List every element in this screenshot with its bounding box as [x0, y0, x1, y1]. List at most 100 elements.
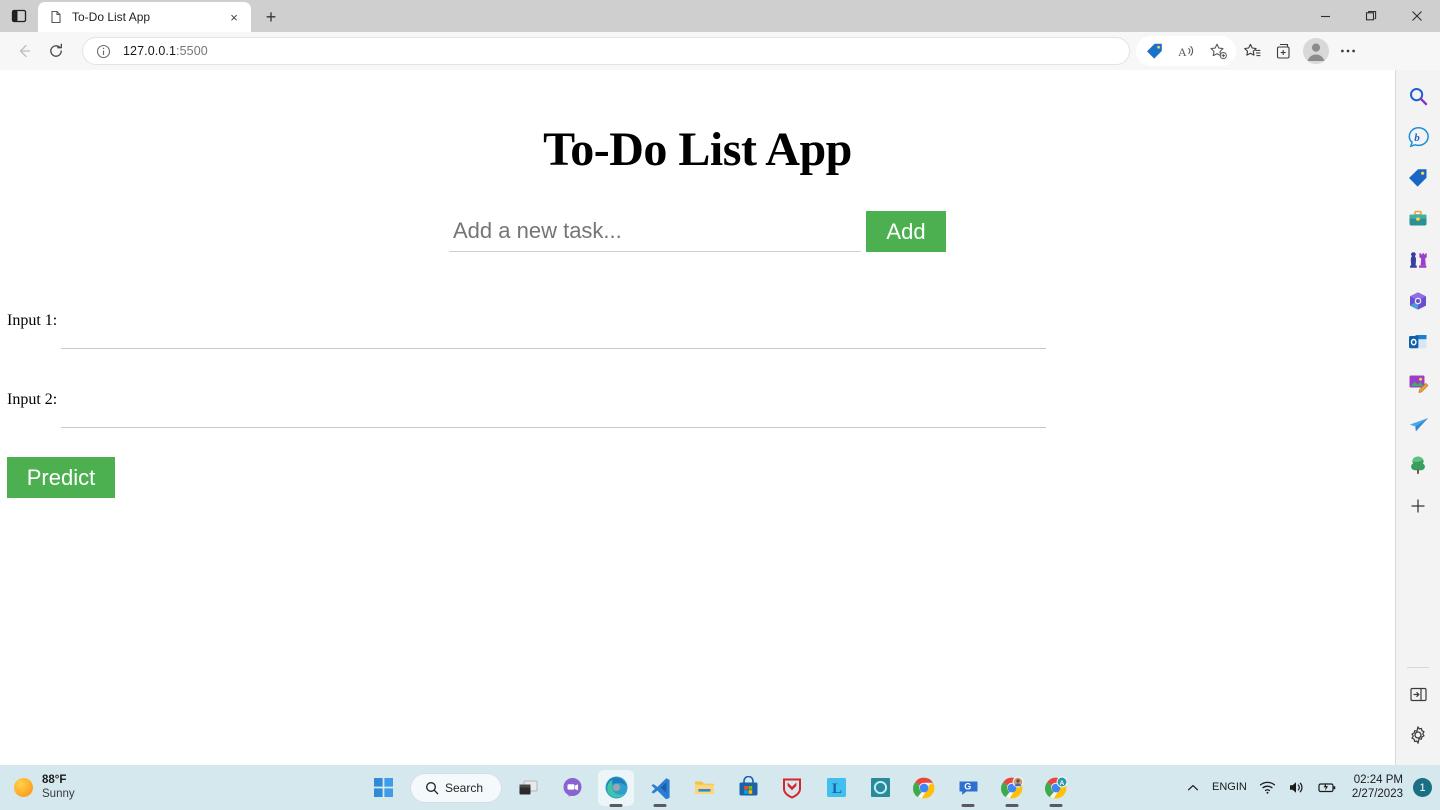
shopping-tag-icon[interactable]: [1402, 162, 1434, 194]
chat-app-button[interactable]: G: [950, 770, 986, 807]
profile-avatar-icon[interactable]: [1300, 36, 1332, 66]
refresh-button[interactable]: [40, 36, 72, 66]
window-controls: [1302, 0, 1440, 32]
add-task-button[interactable]: Add: [866, 211, 946, 252]
games-chess-icon[interactable]: [1402, 244, 1434, 276]
settings-and-more-icon[interactable]: [1332, 36, 1364, 66]
notification-badge[interactable]: 1: [1413, 778, 1432, 797]
browser-tab-title: To-Do List App: [72, 10, 151, 24]
language-line-1: ENG: [1211, 781, 1236, 794]
image-editor-icon[interactable]: [1402, 367, 1434, 399]
address-bar-url: 127.0.0.1:5500: [123, 44, 208, 58]
microsoft-store-button[interactable]: [730, 770, 766, 806]
input-2-field[interactable]: [61, 407, 1046, 428]
search-icon: [426, 781, 439, 794]
weather-widget[interactable]: 88°F Sunny: [0, 774, 75, 800]
volume-icon[interactable]: [1283, 771, 1310, 805]
l-app-button[interactable]: L: [818, 770, 854, 806]
browser-tab[interactable]: To-Do List App ×: [38, 2, 251, 32]
svg-text:b: b: [1414, 132, 1420, 144]
active-indicator: [609, 803, 623, 807]
edge-sidebar: b: [1396, 70, 1440, 765]
taskbar-search[interactable]: Search: [409, 772, 503, 803]
back-button[interactable]: [8, 36, 40, 66]
trees-icon[interactable]: [1402, 449, 1434, 481]
weather-condition: Sunny: [42, 787, 75, 800]
minimize-button[interactable]: [1302, 0, 1348, 32]
language-line-2: IN: [1235, 781, 1247, 794]
active-indicator: [653, 803, 667, 807]
document-icon: [48, 9, 64, 25]
outlook-icon[interactable]: [1402, 326, 1434, 358]
browser-toolbar: A: [1136, 36, 1364, 66]
active-indicator: [1049, 803, 1063, 807]
new-tab-button[interactable]: +: [255, 2, 287, 32]
tools-briefcase-icon[interactable]: [1402, 203, 1434, 235]
address-bar[interactable]: 127.0.0.1:5500: [82, 37, 1130, 65]
screen: To-Do List App × + 127.0.0.1:5500 A To-D…: [0, 0, 1440, 810]
predict-row: Predict: [0, 457, 1395, 498]
show-hidden-icons-button[interactable]: [1181, 771, 1205, 805]
favorites-icon[interactable]: [1236, 36, 1268, 66]
read-aloud-icon[interactable]: A: [1170, 36, 1202, 66]
active-indicator: [1005, 803, 1019, 807]
active-indicator: [961, 803, 975, 807]
taskbar-search-label: Search: [444, 780, 484, 795]
svg-text:L: L: [832, 781, 842, 797]
input-2-row: Input 2:: [0, 391, 1395, 428]
chrome-profile-a-button[interactable]: A: [1038, 770, 1074, 807]
bing-chat-icon[interactable]: b: [1402, 121, 1434, 153]
input-1-field[interactable]: [61, 328, 1046, 349]
weather-temperature: 88°F: [42, 774, 67, 787]
site-information-icon[interactable]: [93, 41, 113, 61]
vertical-tabs-icon[interactable]: [0, 0, 38, 32]
add-favorite-icon[interactable]: [1202, 36, 1234, 66]
collections-icon[interactable]: [1268, 36, 1300, 66]
page-viewport: To-Do List App Add Input 1: Input 2: Pre…: [0, 70, 1396, 765]
sidebar-divider: [1407, 667, 1429, 668]
clock-date: 2/27/2023: [1351, 787, 1403, 800]
vs-code-button[interactable]: [642, 770, 678, 807]
browser-tab-strip: To-Do List App × +: [0, 0, 1440, 32]
language-indicator[interactable]: ENG IN: [1207, 771, 1252, 805]
search-icon[interactable]: [1402, 80, 1434, 112]
page-title: To-Do List App: [543, 123, 852, 176]
chrome-button[interactable]: [906, 770, 942, 806]
add-sidebar-app-icon[interactable]: [1402, 490, 1434, 522]
mcafee-button[interactable]: [774, 770, 810, 806]
svg-text:A: A: [1060, 780, 1065, 787]
url-port: :5500: [176, 44, 208, 58]
expand-sidebar-icon[interactable]: [1402, 678, 1434, 710]
edge-button[interactable]: [598, 769, 635, 807]
taskbar-apps: Search L G A: [366, 769, 1074, 807]
weather-text: 88°F Sunny: [42, 774, 75, 800]
file-explorer-button[interactable]: [686, 770, 722, 806]
sun-icon: [14, 778, 33, 797]
input-1-row: Input 1:: [0, 312, 1395, 349]
start-button[interactable]: [366, 770, 402, 806]
clock-time: 02:24 PM: [1353, 773, 1403, 786]
shopping-tag-icon[interactable]: [1138, 36, 1170, 66]
windows-taskbar: 88°F Sunny Search L G A ENG IN 02:24 PM …: [0, 765, 1440, 810]
url-host: 127.0.0.1: [123, 44, 177, 58]
close-window-button[interactable]: [1394, 0, 1440, 32]
task-view-button[interactable]: [510, 770, 546, 806]
add-task-row: Add: [0, 211, 1395, 252]
chat-teams-button[interactable]: [554, 770, 590, 806]
system-tray: ENG IN 02:24 PM 2/27/2023 1: [1181, 765, 1432, 810]
sidebar-settings-gear-icon[interactable]: [1402, 719, 1434, 751]
svg-text:G: G: [964, 781, 971, 791]
microsoft-365-icon[interactable]: [1402, 285, 1434, 317]
maximize-button[interactable]: [1348, 0, 1394, 32]
teal-app-button[interactable]: [862, 770, 898, 806]
send-plane-icon[interactable]: [1402, 408, 1434, 440]
clock[interactable]: 02:24 PM 2/27/2023: [1344, 774, 1411, 802]
predict-button[interactable]: Predict: [7, 457, 115, 498]
browser-navigation-bar: 127.0.0.1:5500 A: [0, 32, 1440, 70]
svg-text:A: A: [1178, 45, 1187, 59]
wifi-icon[interactable]: [1254, 771, 1281, 805]
new-task-input[interactable]: [449, 214, 861, 252]
chrome-profile-button[interactable]: [994, 770, 1030, 807]
close-tab-icon[interactable]: ×: [223, 6, 245, 28]
battery-charging-icon[interactable]: [1312, 771, 1342, 805]
